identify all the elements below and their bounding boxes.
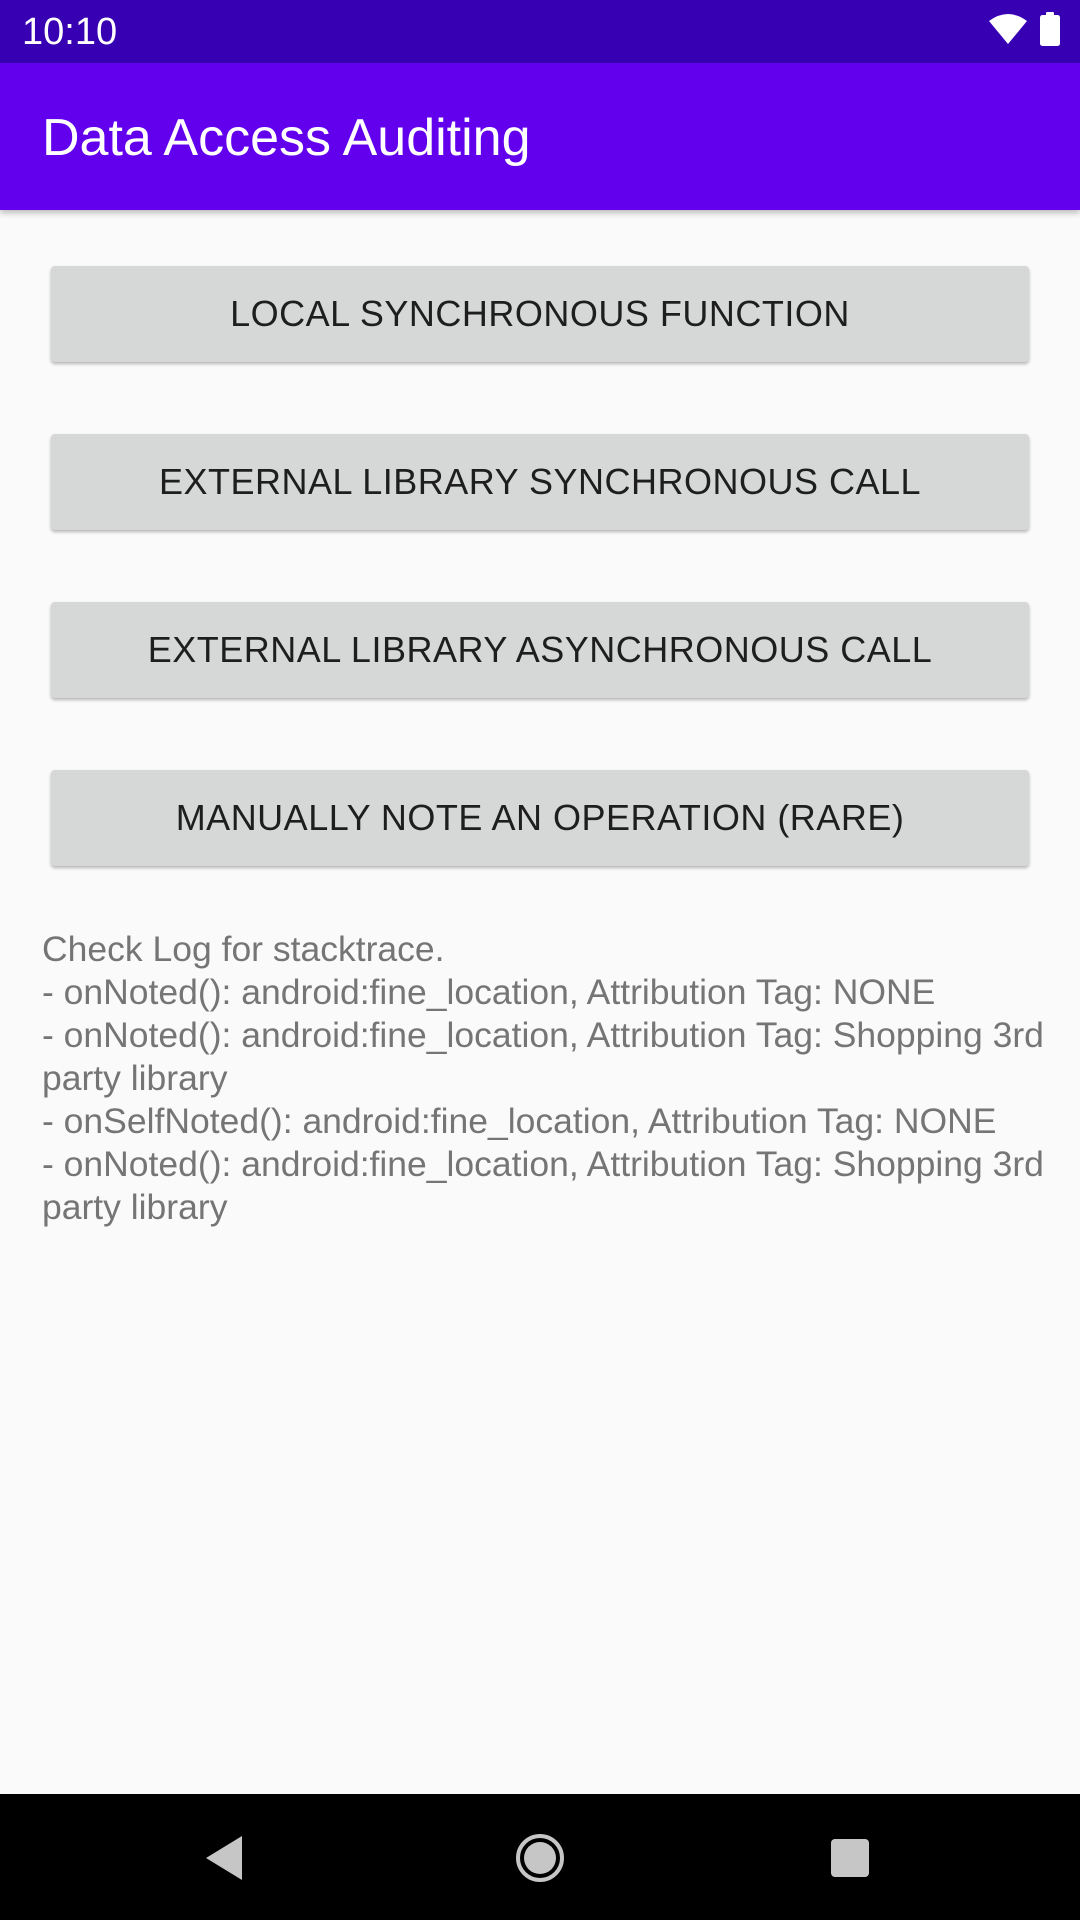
log-line: - onNoted(): android:fine_location, Attr… [42,972,936,1012]
main-content: LOCAL SYNCHRONOUS FUNCTION EXTERNAL LIBR… [0,210,1080,1794]
status-bar: 10:10 [0,0,1080,63]
navigation-bar [0,1794,1080,1920]
log-line: - onSelfNoted(): android:fine_location, … [42,1101,997,1141]
log-line: Check Log for stacktrace. [42,929,445,969]
recents-icon[interactable] [820,1828,880,1888]
app-bar: Data Access Auditing [0,63,1080,210]
log-line: - onNoted(): android:fine_location, Attr… [42,1015,1044,1098]
screen: 10:10 Data Access Auditing LOCAL SYNCHRO… [0,0,1080,1920]
external-library-asynchronous-call-button[interactable]: EXTERNAL LIBRARY ASYNCHRONOUS CALL [51,602,1029,698]
app-title: Data Access Auditing [42,109,531,167]
status-icons [988,11,1060,51]
wifi-icon [988,13,1028,50]
status-time: 10:10 [22,11,118,53]
battery-icon [1040,11,1060,51]
local-synchronous-function-button[interactable]: LOCAL SYNCHRONOUS FUNCTION [51,266,1029,362]
home-icon[interactable] [510,1828,570,1888]
log-line: - onNoted(): android:fine_location, Attr… [42,1144,1044,1227]
external-library-synchronous-call-button[interactable]: EXTERNAL LIBRARY SYNCHRONOUS CALL [51,434,1029,530]
back-icon[interactable] [194,1828,254,1888]
log-output: Check Log for stacktrace. - onNoted(): a… [42,928,1052,1229]
manually-note-operation-button[interactable]: MANUALLY NOTE AN OPERATION (RARE) [51,770,1029,866]
